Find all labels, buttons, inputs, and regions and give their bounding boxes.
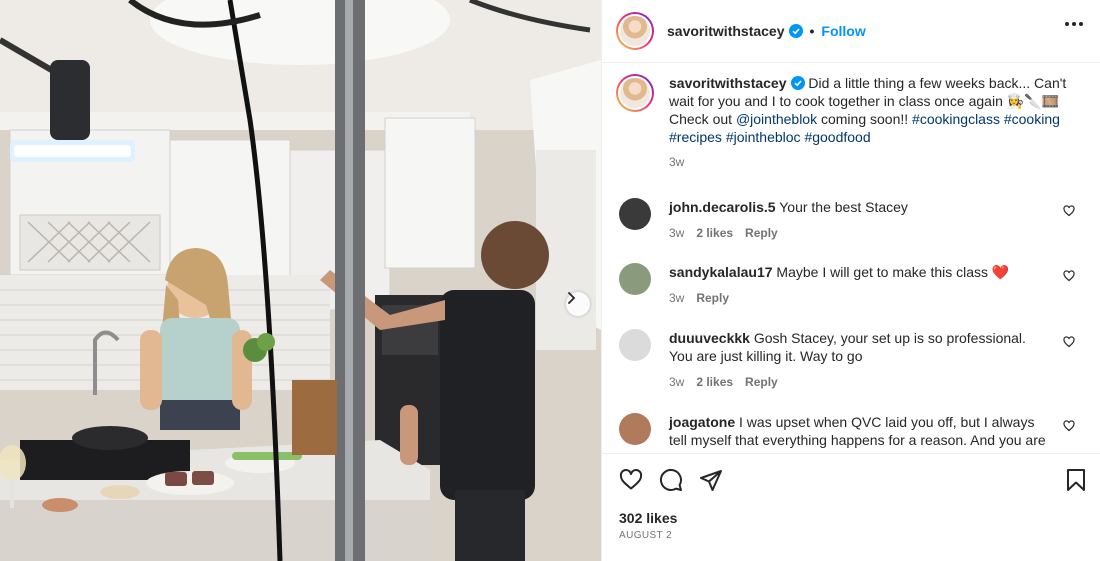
post-caption: savoritwithstacey Did a little thing a f… — [616, 74, 1069, 171]
comment-body: sandykalalau17 Maybe I will get to make … — [669, 263, 1049, 307]
heart-outline-icon[interactable] — [1063, 336, 1075, 348]
hashtag[interactable]: #recipes — [669, 129, 722, 145]
comment-body: duuuveckkk Gosh Stacey, your set up is s… — [669, 329, 1049, 391]
share-icon[interactable] — [699, 468, 723, 492]
comment-likes[interactable]: 2 likes — [696, 373, 733, 391]
verified-badge-icon — [788, 24, 803, 38]
commenter-username[interactable]: joagatone — [669, 414, 735, 430]
comment-item: duuuveckkk Gosh Stacey, your set up is s… — [619, 329, 1089, 391]
comment-icon[interactable] — [659, 468, 683, 492]
next-photo-button[interactable] — [566, 292, 590, 316]
hashtag[interactable]: #cookingclass — [912, 111, 1000, 127]
caption-text-2: coming soon!! — [817, 111, 913, 127]
comment-time: 3w — [669, 375, 685, 389]
comment-meta: 3w 2 likes Reply — [669, 373, 1049, 391]
kitchen-photo — [0, 0, 601, 561]
comments-list[interactable]: savoritwithstacey Did a little thing a f… — [602, 64, 1100, 452]
commenter-avatar[interactable] — [619, 329, 651, 361]
post-actions: 302 likes AUGUST 2 — [602, 453, 1100, 561]
commenter-username[interactable]: sandykalalau17 — [669, 264, 773, 280]
post-photo[interactable] — [0, 0, 601, 561]
comment-text: Your the best Stacey — [779, 199, 908, 215]
reply-button[interactable]: Reply — [696, 289, 729, 307]
comment-item: john.decarolis.5 Your the best Stacey 3w… — [619, 198, 1089, 242]
commenter-avatar[interactable] — [619, 263, 651, 295]
comment-meta: 3w Reply — [669, 289, 1049, 307]
post-side-panel: savoritwithstacey • Follow savoritwithst… — [601, 0, 1100, 561]
heart-outline-icon[interactable] — [1063, 205, 1075, 217]
reply-button[interactable]: Reply — [745, 373, 778, 391]
heart-outline-icon[interactable] — [1063, 270, 1075, 282]
comment-item: joagatone I was upset when QVC laid you … — [619, 413, 1089, 449]
instagram-post-modal: savoritwithstacey • Follow savoritwithst… — [0, 0, 1100, 561]
post-header: savoritwithstacey • Follow — [602, 0, 1100, 63]
caption-body: savoritwithstacey Did a little thing a f… — [669, 74, 1069, 171]
caption-username[interactable]: savoritwithstacey — [669, 75, 787, 91]
post-date: AUGUST 2 — [619, 530, 673, 541]
caption-author-avatar[interactable] — [616, 74, 654, 112]
comment-body: john.decarolis.5 Your the best Stacey 3w… — [669, 198, 1049, 242]
author-avatar[interactable] — [616, 12, 654, 50]
caption-time: 3w — [669, 155, 685, 169]
hashtag[interactable]: #cooking — [1004, 111, 1060, 127]
reply-button[interactable]: Reply — [745, 224, 778, 242]
commenter-username[interactable]: john.decarolis.5 — [669, 199, 776, 215]
bookmark-icon[interactable] — [1064, 468, 1088, 492]
commenter-username[interactable]: duuuveckkk — [669, 330, 750, 346]
comment-item: sandykalalau17 Maybe I will get to make … — [619, 263, 1089, 307]
comment-body: joagatone I was upset when QVC laid you … — [669, 413, 1049, 449]
more-options-icon[interactable] — [1065, 22, 1083, 26]
comment-text: Maybe I will get to make this class ❤️ — [776, 264, 1010, 280]
likes-count[interactable]: 302 likes — [619, 510, 677, 526]
heart-icon[interactable] — [619, 468, 643, 492]
hashtag[interactable]: #jointhebloc — [726, 129, 801, 145]
chevron-right-icon — [568, 292, 576, 304]
comment-meta: 3w 2 likes Reply — [669, 224, 1049, 242]
caption-mention[interactable]: @jointheblok — [736, 111, 817, 127]
comment-time: 3w — [669, 291, 685, 305]
verified-badge-icon — [790, 76, 805, 90]
hashtag[interactable]: #goodfood — [804, 129, 870, 145]
separator-dot: • — [809, 23, 815, 39]
heart-outline-icon[interactable] — [1063, 420, 1075, 432]
comment-likes[interactable]: 2 likes — [696, 224, 733, 242]
author-username[interactable]: savoritwithstacey — [667, 23, 785, 39]
follow-button[interactable]: Follow — [821, 23, 865, 39]
commenter-avatar[interactable] — [619, 413, 651, 445]
commenter-avatar[interactable] — [619, 198, 651, 230]
comment-time: 3w — [669, 226, 685, 240]
